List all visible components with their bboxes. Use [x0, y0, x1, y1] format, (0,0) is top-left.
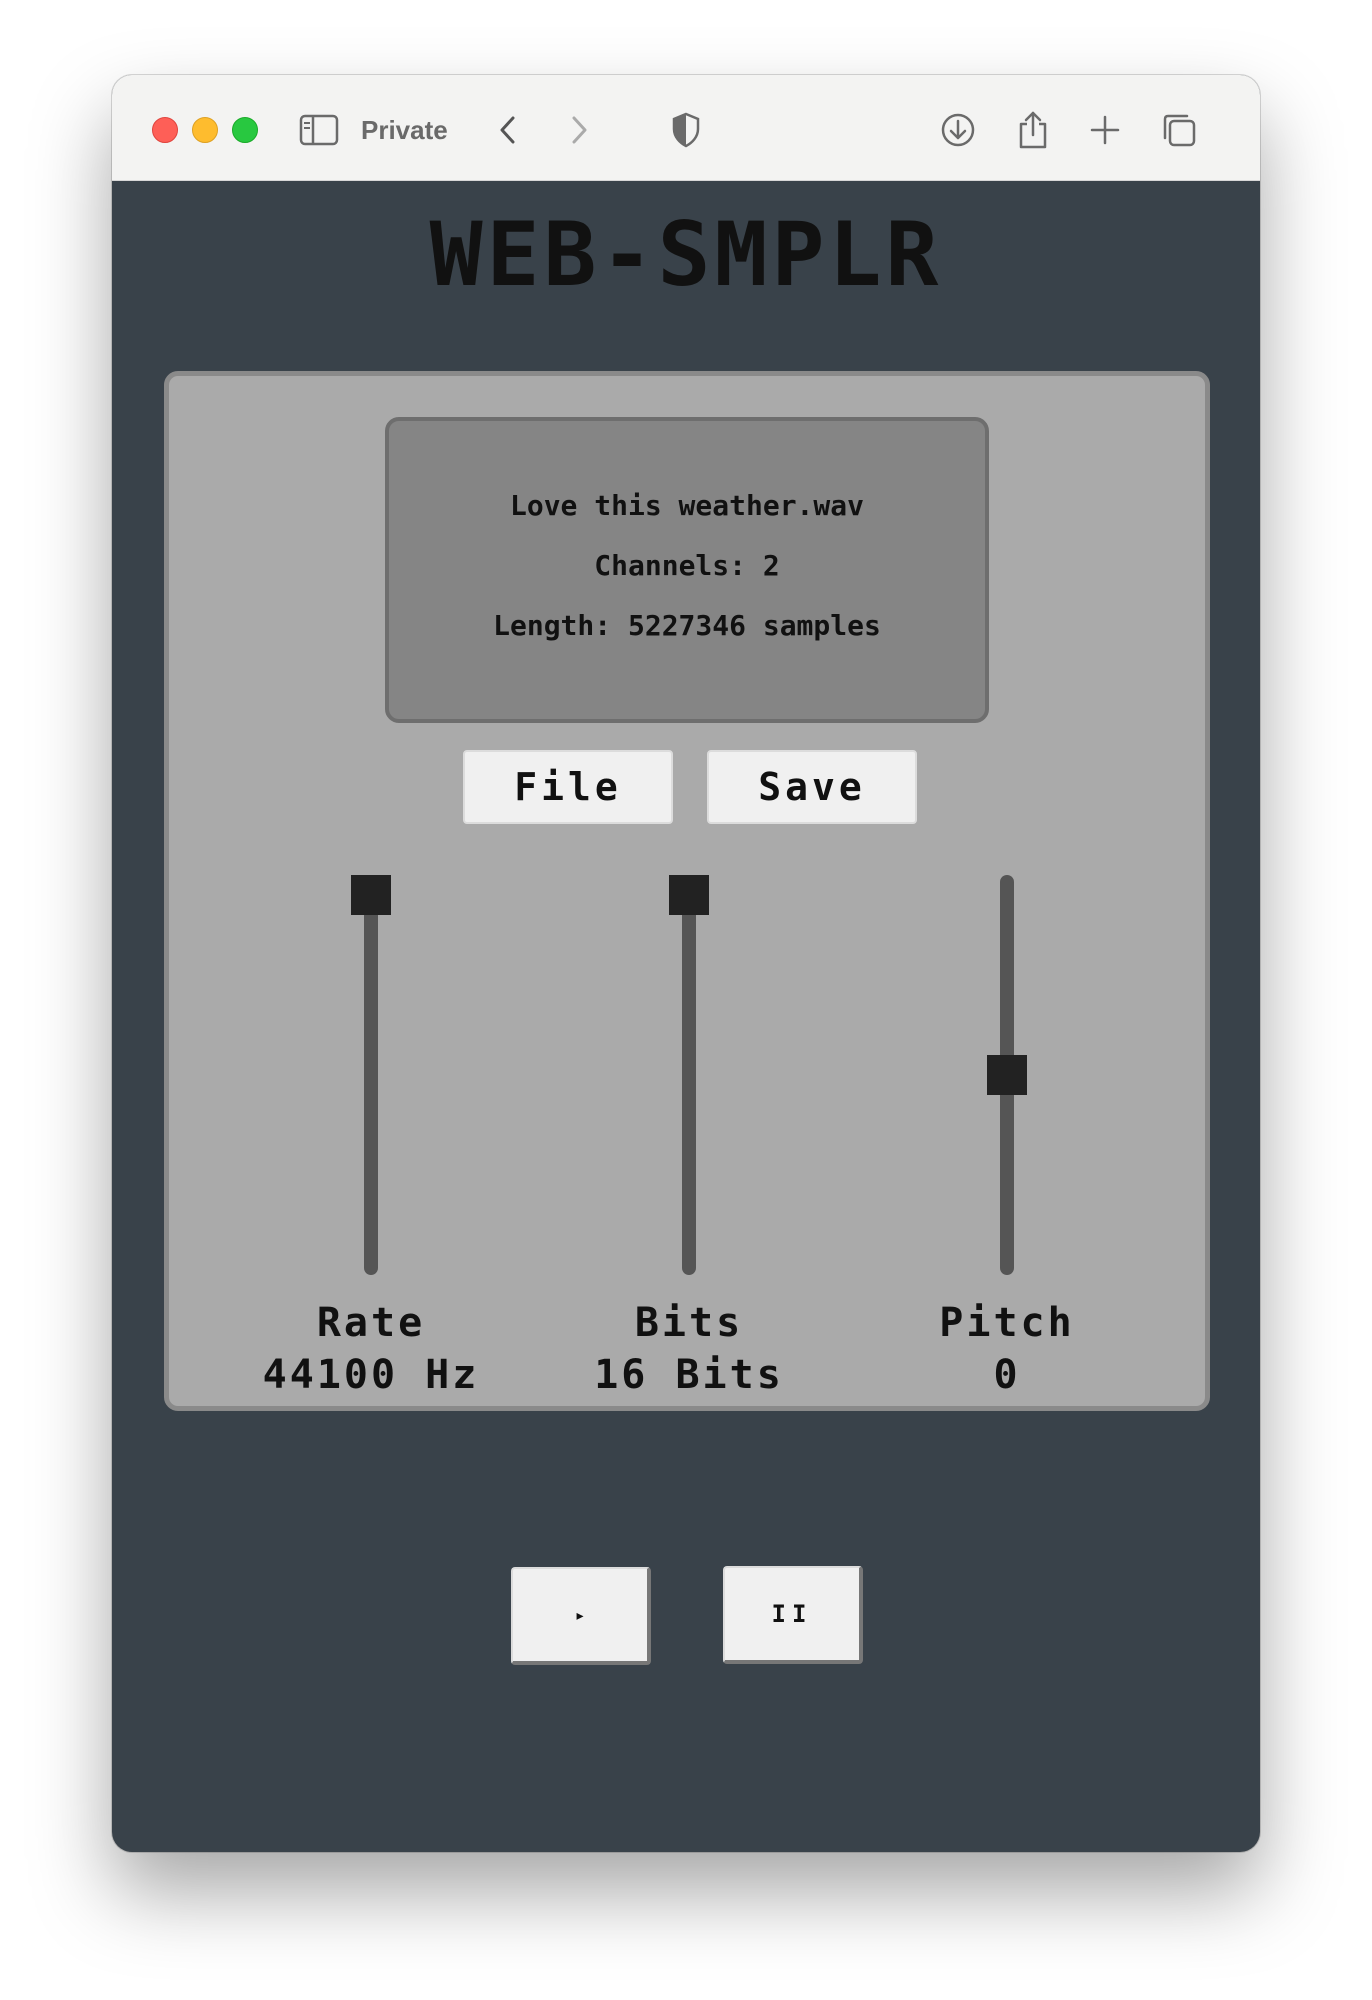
pitch-value: 0	[993, 1352, 1021, 1398]
chevron-left-icon[interactable]	[487, 109, 529, 151]
plus-icon[interactable]	[1084, 109, 1126, 151]
sample-channels: Channels: 2	[594, 549, 780, 582]
browser-toolbar: Private	[112, 75, 1260, 181]
play-button[interactable]: ▸	[511, 1567, 651, 1665]
file-button[interactable]: File	[463, 750, 673, 824]
pause-button[interactable]: II	[723, 1566, 863, 1664]
pitch-slider-thumb[interactable]	[987, 1055, 1027, 1095]
bits-slider-thumb[interactable]	[669, 875, 709, 915]
rate-slider[interactable]	[351, 875, 391, 1275]
sampler-panel: Love this weather.wav Channels: 2 Length…	[164, 371, 1210, 1665]
tabs-icon[interactable]	[1158, 109, 1200, 151]
sample-info-display: Love this weather.wav Channels: 2 Length…	[385, 417, 989, 723]
save-button[interactable]: Save	[707, 750, 917, 824]
bits-value: 16 Bits	[594, 1352, 784, 1398]
pitch-slider[interactable]	[987, 875, 1027, 1275]
sample-length: Length: 5227346 samples	[493, 609, 881, 642]
minimize-window-button[interactable]	[192, 117, 218, 143]
browser-window: Private WEB-SMPLR Love this weather.wav …	[112, 75, 1260, 1852]
download-icon[interactable]	[937, 109, 979, 151]
rate-slider-track[interactable]	[364, 875, 378, 1275]
private-mode-label: Private	[361, 115, 448, 145]
share-icon[interactable]	[1012, 109, 1054, 151]
chevron-right-icon[interactable]	[558, 109, 600, 151]
rate-slider-thumb[interactable]	[351, 875, 391, 915]
bits-slider[interactable]	[669, 875, 709, 1275]
rate-label: Rate	[316, 1300, 426, 1346]
zoom-window-button[interactable]	[232, 117, 258, 143]
shield-icon[interactable]	[665, 109, 707, 151]
close-window-button[interactable]	[152, 117, 178, 143]
rate-value: 44100 Hz	[262, 1352, 480, 1398]
sidebar-icon[interactable]	[298, 109, 340, 151]
sample-filename: Love this weather.wav	[509, 489, 864, 522]
app-title: WEB-SMPLR	[429, 203, 943, 306]
bits-slider-track[interactable]	[682, 875, 696, 1275]
bits-label: Bits	[634, 1300, 744, 1346]
pitch-label: Pitch	[939, 1300, 1075, 1346]
